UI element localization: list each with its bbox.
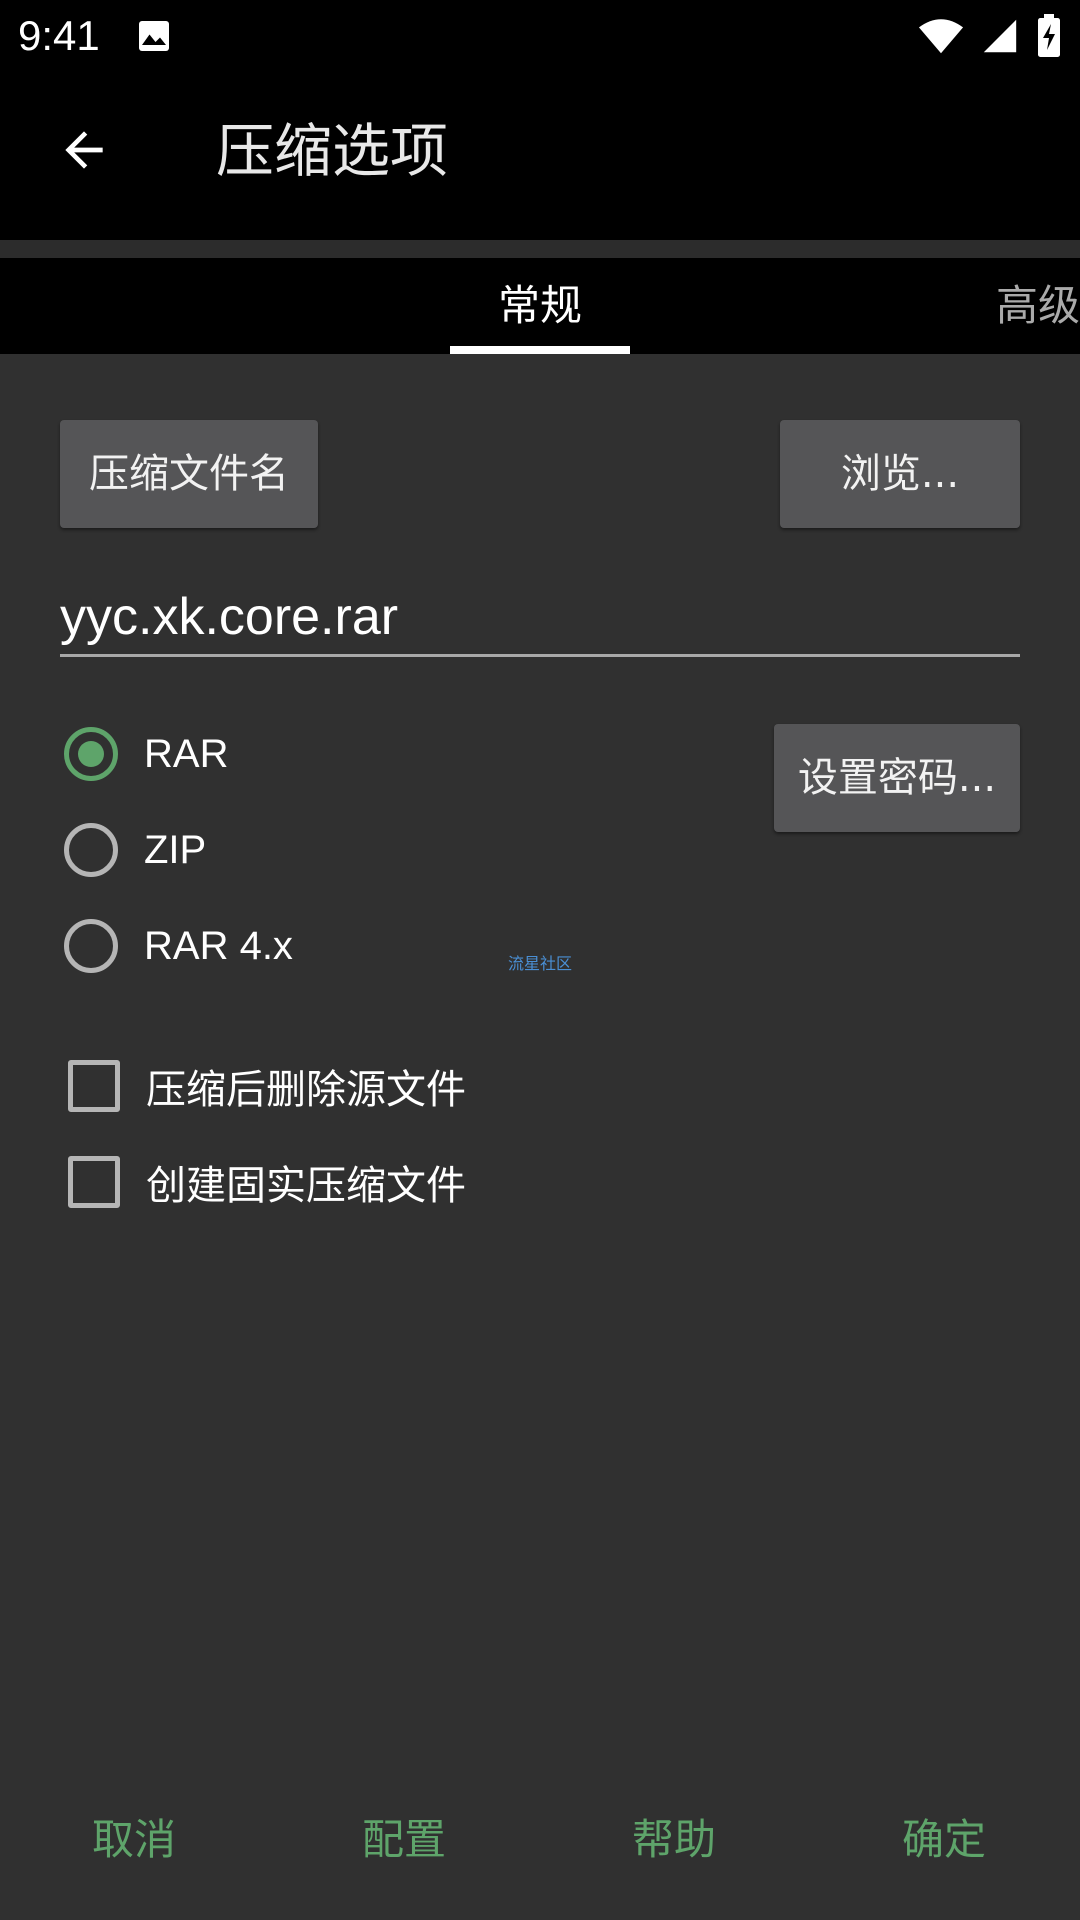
signal-icon [983,19,1017,53]
wifi-icon [918,19,964,54]
set-password-button[interactable]: 设置密码... [774,724,1020,832]
radio-label: ZIP [144,827,207,872]
checkbox-unchecked-icon [68,1060,120,1112]
help-button[interactable]: 帮助 [574,1784,774,1896]
radio-unchecked-icon [64,823,118,877]
delete-after-compress-checkbox[interactable]: 压缩后删除源文件 [68,1056,466,1116]
tab-bar: 常规 高级 [0,258,1080,354]
archive-name-button[interactable]: 压缩文件名 [60,420,318,528]
checkbox-unchecked-icon [68,1156,120,1208]
page-title: 压缩选项 [216,117,449,185]
watermark: 流星社区 [508,954,573,973]
tab-advanced[interactable]: 高级 [996,258,1080,354]
solid-archive-checkbox[interactable]: 创建固实压缩文件 [68,1152,466,1212]
format-radio-zip[interactable]: ZIP [64,818,206,882]
image-icon [139,21,169,51]
bottom-action-bar: 取消 配置 帮助 确定 [0,1784,1080,1896]
checkbox-label: 压缩后删除源文件 [146,1067,466,1113]
radio-checked-icon [64,727,118,781]
status-bar: 9:41 [0,0,1080,72]
cancel-button[interactable]: 取消 [34,1784,234,1896]
status-icons [918,14,1062,58]
checkbox-label: 创建固实压缩文件 [146,1163,466,1209]
radio-label: RAR 4.x [144,923,293,968]
browse-button[interactable]: 浏览... [780,420,1020,528]
format-radio-rar[interactable]: RAR [64,722,228,786]
format-radio-rar4[interactable]: RAR 4.x [64,914,293,978]
ok-button[interactable]: 确定 [844,1784,1044,1896]
battery-charging-icon [1038,14,1060,57]
config-button[interactable]: 配置 [304,1784,504,1896]
radio-unchecked-icon [64,919,118,973]
app-bar: 压缩选项 [0,72,1080,240]
arrow-left-icon[interactable] [56,122,112,178]
status-time: 9:41 [18,12,100,59]
radio-label: RAR [144,731,229,776]
filename-input[interactable] [60,580,1020,657]
divider [0,240,1080,258]
tab-general[interactable]: 常规 [450,258,630,354]
